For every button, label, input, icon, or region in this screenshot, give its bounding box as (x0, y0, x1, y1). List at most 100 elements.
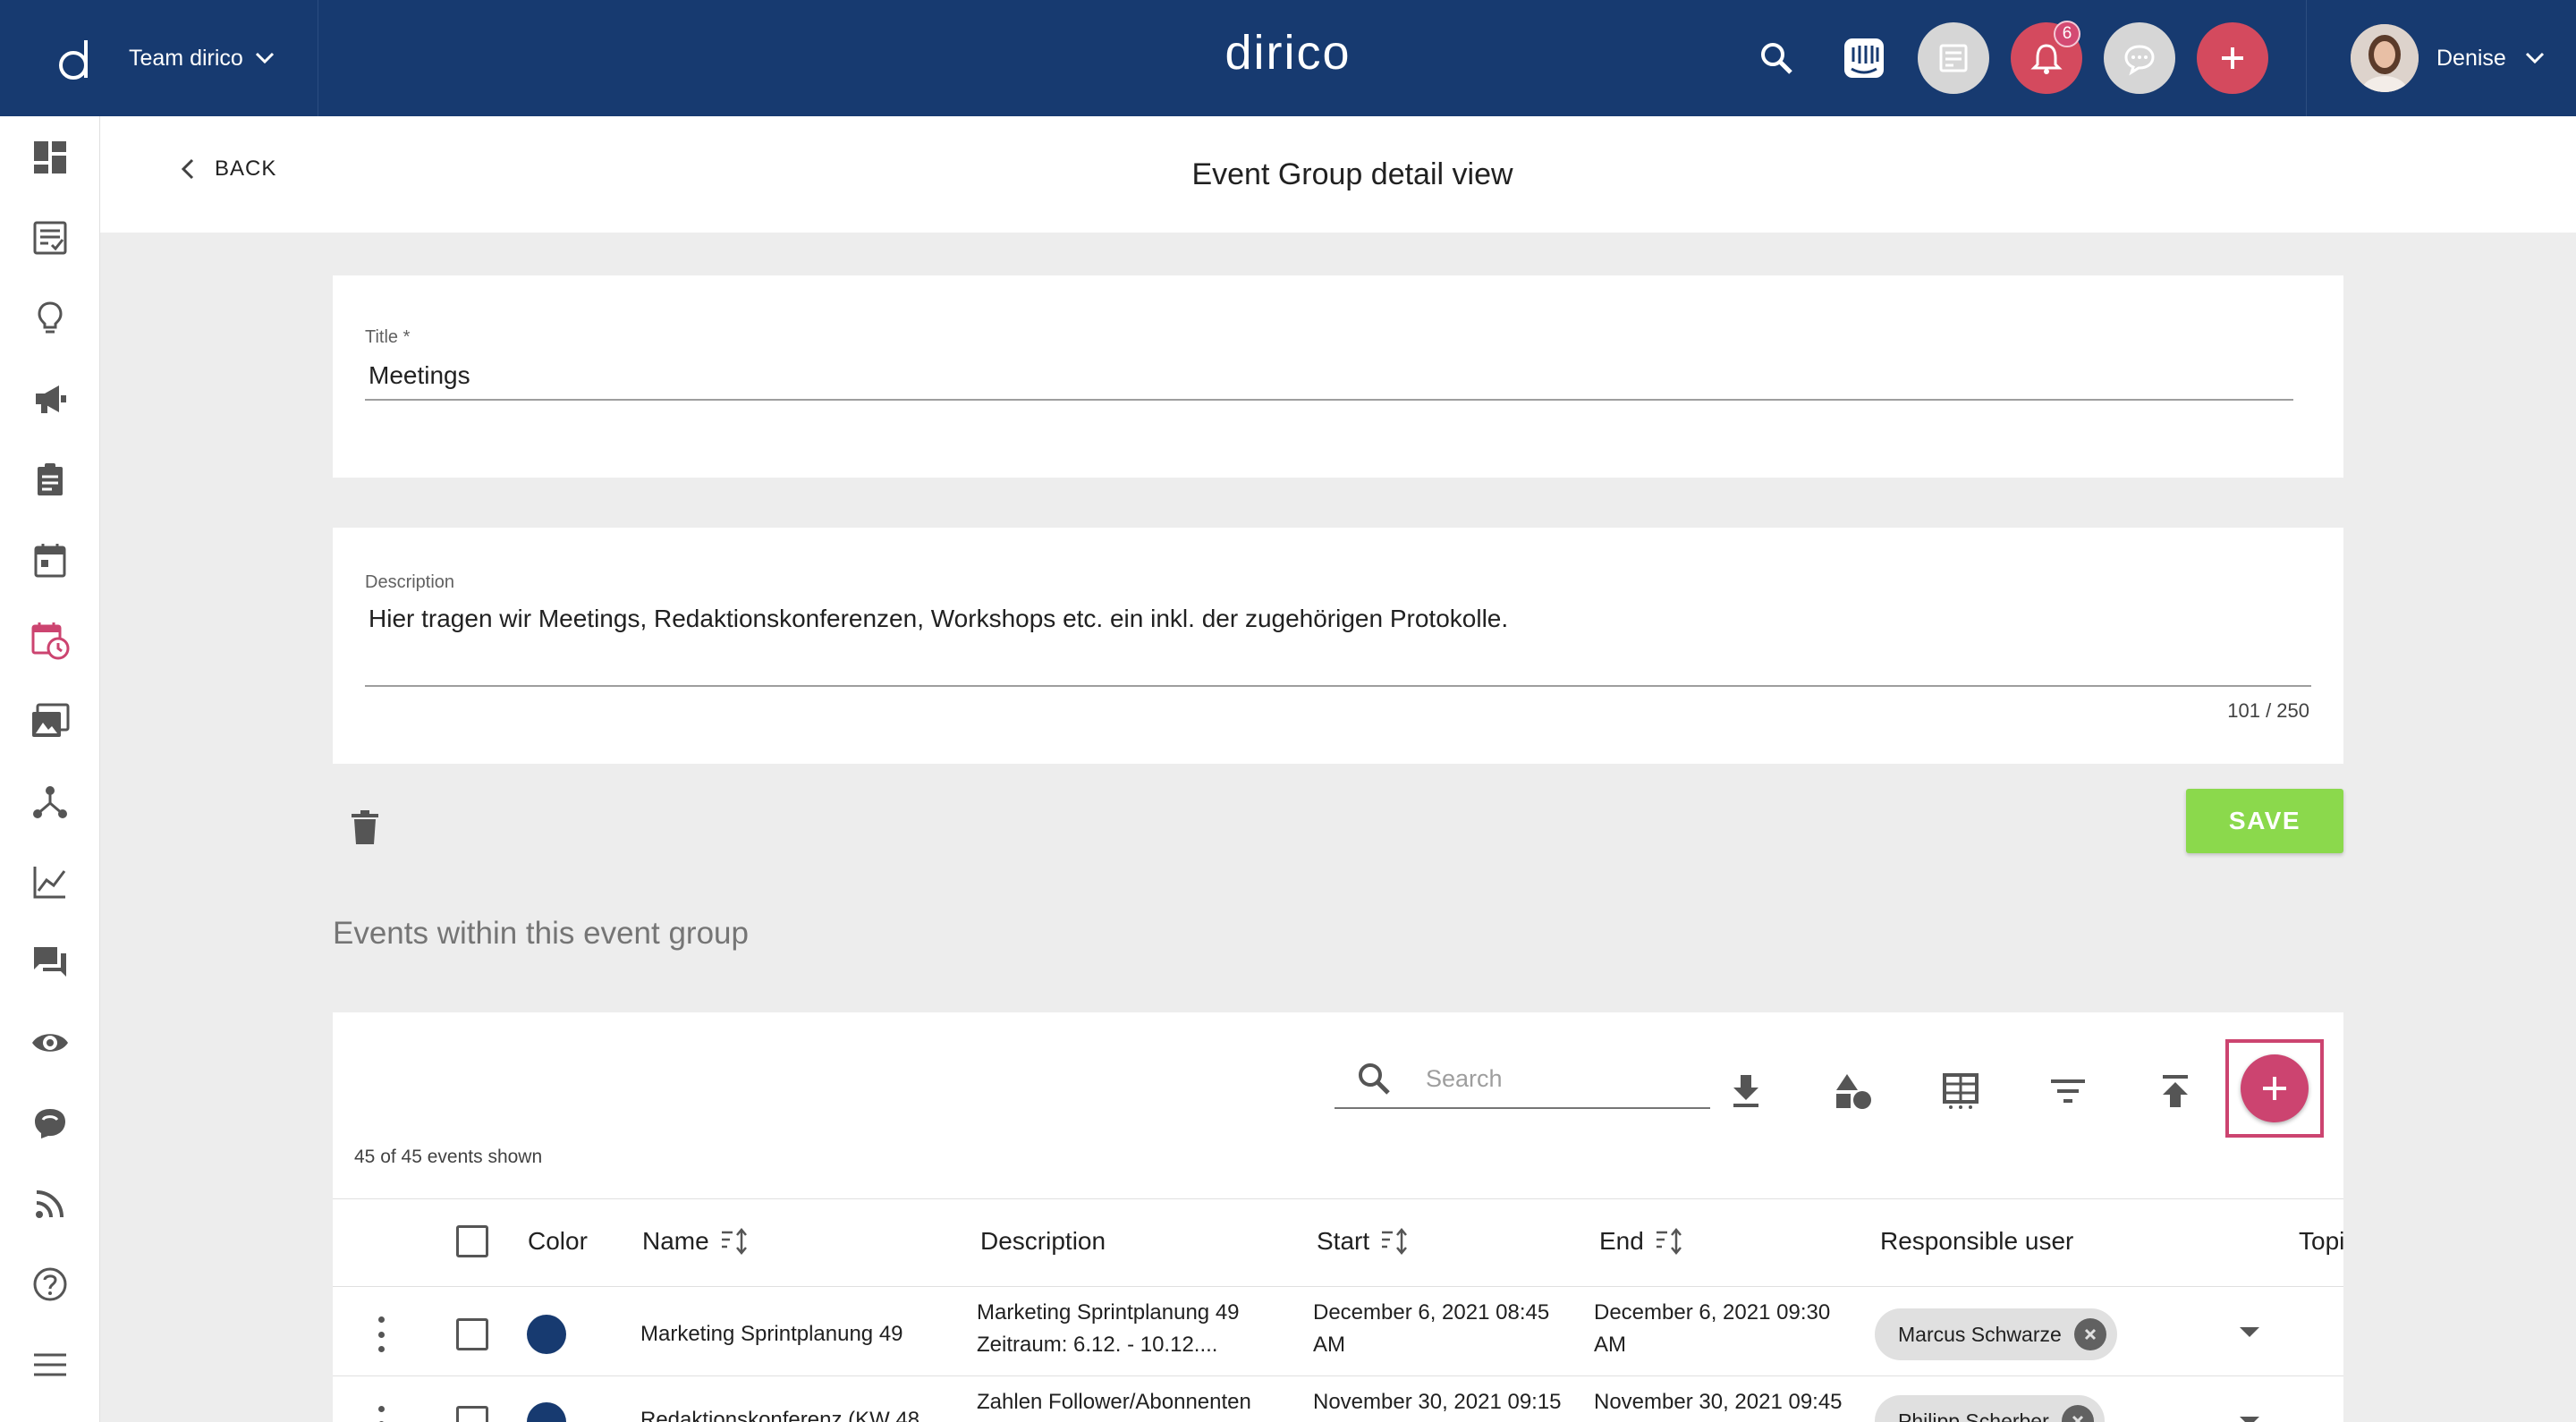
description-field-underline (365, 685, 2311, 687)
topbar-divider (2306, 0, 2307, 116)
column-header-start[interactable]: Start (1317, 1227, 1411, 1256)
calendar-icon[interactable] (23, 533, 77, 587)
analytics-chart-icon[interactable] (23, 855, 77, 909)
notification-badge: 6 (2054, 21, 2080, 47)
column-header-end[interactable]: End (1599, 1227, 1685, 1256)
user-menu[interactable]: Denise (2351, 24, 2546, 92)
clipboard-icon[interactable] (23, 453, 77, 506)
search-box (1335, 1050, 1710, 1109)
back-label: BACK (215, 157, 277, 181)
dirico-logo-icon[interactable] (54, 35, 100, 81)
events-count: 45 of 45 events shown (354, 1147, 543, 1167)
row-checkbox[interactable] (456, 1406, 488, 1422)
help-question-icon[interactable] (23, 1257, 77, 1311)
remove-chip-close-icon[interactable] (2073, 1318, 2106, 1350)
char-counter: 101 / 250 (2227, 699, 2309, 722)
top-bar: Team dirico dirico 6 Denise (0, 0, 2576, 116)
description-field-label: Description (365, 572, 455, 592)
column-header-color[interactable]: Color (528, 1227, 588, 1256)
events-section-title: Events within this event group (333, 916, 749, 951)
create-plus-icon[interactable] (2197, 22, 2268, 94)
filter-icon[interactable] (2043, 1066, 2093, 1116)
row-actions-kebab-icon[interactable] (372, 1406, 390, 1422)
chat-bubble-icon[interactable] (2104, 22, 2175, 94)
remove-chip-close-icon[interactable] (2061, 1405, 2094, 1422)
search-input[interactable] (1426, 1061, 1694, 1096)
title-field-underline (365, 399, 2293, 401)
event-end: December 6, 2021 09:30 AM (1594, 1300, 1831, 1357)
brand-wordmark: dirico (1224, 26, 1352, 80)
media-gallery-icon[interactable] (23, 694, 77, 748)
select-all-checkbox[interactable] (456, 1225, 488, 1257)
table-columns-icon[interactable] (1936, 1066, 1986, 1116)
sort-icon (1656, 1228, 1682, 1255)
responsible-user-chip[interactable]: Philipp Scherber (1875, 1395, 2105, 1422)
brain-insights-icon[interactable] (23, 1096, 77, 1150)
row-checkbox[interactable] (456, 1318, 488, 1350)
intercom-icon[interactable] (1828, 22, 1900, 94)
column-header-name[interactable]: Name (642, 1227, 750, 1256)
chevron-down-icon (255, 52, 274, 64)
comments-icon[interactable] (23, 935, 77, 989)
save-button[interactable]: SAVE (2186, 789, 2343, 853)
sidebar (0, 116, 100, 1422)
workflow-hierarchy-icon[interactable] (23, 774, 77, 828)
user-name: Denise (2436, 45, 2506, 71)
table-header-top-divider (333, 1198, 2343, 1199)
header-bottom-divider (333, 1286, 2343, 1287)
title-field[interactable]: Meetings (369, 361, 470, 390)
event-start: December 6, 2021 08:45 AM (1313, 1300, 1550, 1357)
title-field-label: Title * (365, 327, 411, 347)
upload-to-top-icon[interactable] (2150, 1066, 2200, 1116)
page-header: BACK Event Group detail view (100, 116, 2576, 233)
team-switcher-area: Team dirico (0, 0, 318, 116)
chevron-down-icon (2525, 52, 2544, 64)
avatar (2351, 24, 2419, 92)
column-header-responsible-user[interactable]: Responsible user (1880, 1227, 2073, 1256)
shapes-category-icon[interactable] (1828, 1066, 1878, 1116)
rss-feed-icon[interactable] (23, 1177, 77, 1231)
dashboard-icon[interactable] (23, 131, 77, 184)
chevron-left-icon (181, 158, 194, 180)
sort-icon (1382, 1228, 1408, 1255)
ideas-lightbulb-icon[interactable] (23, 292, 77, 345)
search-icon[interactable] (1741, 22, 1812, 94)
responsible-user-chip[interactable]: Marcus Schwarze (1875, 1308, 2117, 1360)
menu-hamburger-icon[interactable] (23, 1338, 77, 1392)
event-name[interactable]: Marketing Sprintplanung 49 (640, 1318, 903, 1350)
download-icon[interactable] (1721, 1066, 1771, 1116)
row-divider (333, 1375, 2343, 1376)
description-card: Description Hier tragen wir Meetings, Re… (333, 528, 2343, 764)
event-calendar-clock-icon[interactable] (23, 614, 77, 667)
team-selector[interactable]: Team dirico (129, 46, 275, 72)
add-event-highlight (2225, 1039, 2324, 1138)
events-table-card: 45 of 45 events shown Color Name Descrip… (333, 1012, 2343, 1422)
notification-bell-icon[interactable]: 6 (2011, 21, 2082, 94)
tasks-icon[interactable] (23, 211, 77, 265)
event-description: Marketing Sprintplanung 49 Zeitraum: 6.1… (977, 1300, 1240, 1357)
team-label: Team dirico (129, 45, 243, 71)
delete-trash-icon[interactable] (345, 805, 385, 850)
back-button[interactable]: BACK (181, 157, 276, 182)
event-description: Zahlen Follower/Abonnenten (977, 1390, 1251, 1414)
description-field[interactable]: Hier tragen wir Meetings, Redaktionskonf… (369, 605, 1508, 633)
sort-icon (721, 1228, 747, 1255)
campaigns-megaphone-icon[interactable] (23, 372, 77, 426)
event-color-swatch (527, 1402, 566, 1422)
column-header-topic[interactable]: Topi (2299, 1227, 2343, 1256)
search-icon (1359, 1063, 1390, 1095)
column-header-description[interactable]: Description (980, 1227, 1106, 1256)
topic-dropdown-caret-icon[interactable] (2240, 1417, 2259, 1422)
event-name[interactable]: Redaktionskonferenz (KW 48 (640, 1404, 919, 1422)
event-start: November 30, 2021 09:15 (1313, 1390, 1562, 1414)
row-actions-kebab-icon[interactable] (372, 1316, 390, 1352)
event-end: November 30, 2021 09:45 (1594, 1390, 1843, 1414)
visibility-eye-icon[interactable] (23, 1016, 77, 1070)
plus-icon (2263, 1077, 2286, 1100)
event-color-swatch (527, 1315, 566, 1354)
task-list-icon[interactable] (1918, 22, 1989, 94)
add-event-button[interactable] (2241, 1054, 2309, 1122)
topic-dropdown-caret-icon[interactable] (2240, 1327, 2259, 1337)
title-card: Title * Meetings (333, 275, 2343, 478)
page-title: Event Group detail view (1191, 157, 1513, 191)
